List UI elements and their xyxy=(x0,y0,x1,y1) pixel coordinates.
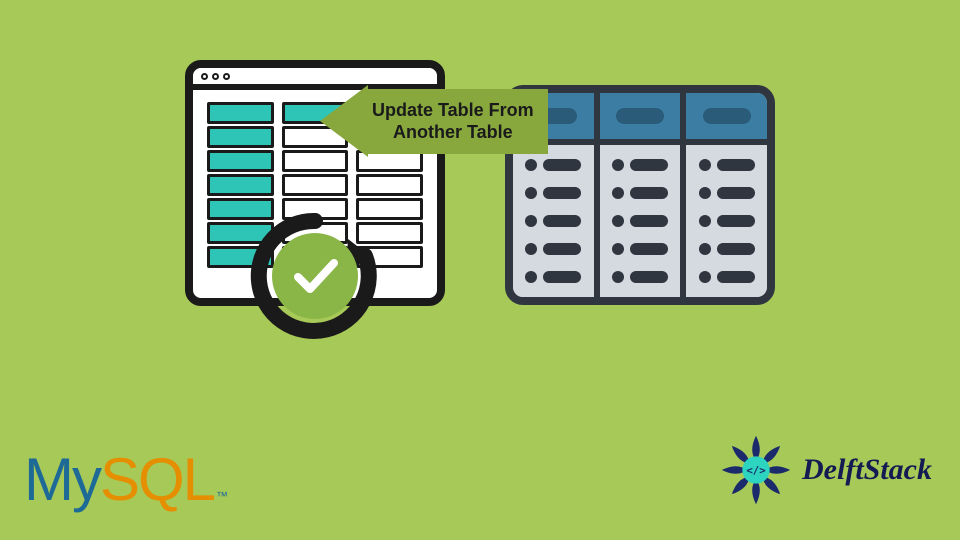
table-cell xyxy=(207,174,274,196)
row-bar xyxy=(543,271,581,283)
row-dot xyxy=(699,271,711,283)
row-dot xyxy=(612,271,624,283)
db-row xyxy=(699,215,755,227)
row-bar xyxy=(717,271,755,283)
table-cell xyxy=(207,102,274,124)
window-dot xyxy=(223,73,230,80)
db-column xyxy=(686,93,767,297)
db-row xyxy=(525,271,581,283)
mysql-my: My xyxy=(24,445,100,514)
delftstack-logo: </> DelftStack xyxy=(718,432,932,508)
table-cell xyxy=(282,174,349,196)
checkmark-icon xyxy=(290,251,340,301)
row-bar xyxy=(543,215,581,227)
db-row xyxy=(699,159,755,171)
table-cell xyxy=(356,174,423,196)
row-dot xyxy=(525,187,537,199)
row-bar xyxy=(630,271,668,283)
row-dot xyxy=(525,243,537,255)
row-bar xyxy=(717,215,755,227)
row-dot xyxy=(699,187,711,199)
refresh-check-icon xyxy=(250,211,380,341)
row-bar xyxy=(543,159,581,171)
db-body xyxy=(513,145,594,297)
db-row xyxy=(699,243,755,255)
db-header-cell xyxy=(686,93,767,145)
table-cell xyxy=(207,126,274,148)
callout-label: Update Table From Another Table xyxy=(368,89,548,154)
row-dot xyxy=(612,187,624,199)
mysql-logo: MySQL™ xyxy=(24,445,228,514)
db-row xyxy=(612,215,668,227)
row-bar xyxy=(717,187,755,199)
table-cell xyxy=(207,150,274,172)
row-dot xyxy=(699,159,711,171)
row-dot xyxy=(525,215,537,227)
row-bar xyxy=(630,159,668,171)
row-dot xyxy=(699,215,711,227)
row-bar xyxy=(630,215,668,227)
checkmark-circle xyxy=(272,233,358,319)
row-dot xyxy=(525,159,537,171)
db-body xyxy=(600,145,681,297)
db-row xyxy=(612,271,668,283)
callout-line-1: Update Table From xyxy=(372,99,534,122)
row-bar xyxy=(630,187,668,199)
row-bar xyxy=(543,243,581,255)
row-bar xyxy=(543,187,581,199)
header-bar xyxy=(616,108,664,124)
db-row xyxy=(525,187,581,199)
arrow-head-icon xyxy=(320,85,368,157)
row-bar xyxy=(630,243,668,255)
delftstack-mandala-icon: </> xyxy=(718,432,794,508)
db-row xyxy=(612,159,668,171)
db-row xyxy=(525,215,581,227)
row-dot xyxy=(699,243,711,255)
db-row xyxy=(612,243,668,255)
db-body xyxy=(686,145,767,297)
row-bar xyxy=(717,159,755,171)
db-row xyxy=(525,159,581,171)
row-dot xyxy=(612,159,624,171)
callout-line-2: Another Table xyxy=(372,121,534,144)
row-bar xyxy=(717,243,755,255)
db-column xyxy=(600,93,687,297)
db-row xyxy=(699,271,755,283)
window-dot xyxy=(201,73,208,80)
row-dot xyxy=(612,243,624,255)
mysql-sql: SQL xyxy=(100,445,214,514)
row-dot xyxy=(612,215,624,227)
db-header-cell xyxy=(600,93,681,145)
row-dot xyxy=(525,271,537,283)
header-bar xyxy=(703,108,751,124)
delftstack-text: DelftStack xyxy=(802,453,932,487)
db-row xyxy=(612,187,668,199)
db-row xyxy=(699,187,755,199)
svg-text:</>: </> xyxy=(746,464,765,477)
arrow-callout: Update Table From Another Table xyxy=(320,85,548,157)
window-dot xyxy=(212,73,219,80)
mysql-tm: ™ xyxy=(216,489,228,503)
db-row xyxy=(525,243,581,255)
